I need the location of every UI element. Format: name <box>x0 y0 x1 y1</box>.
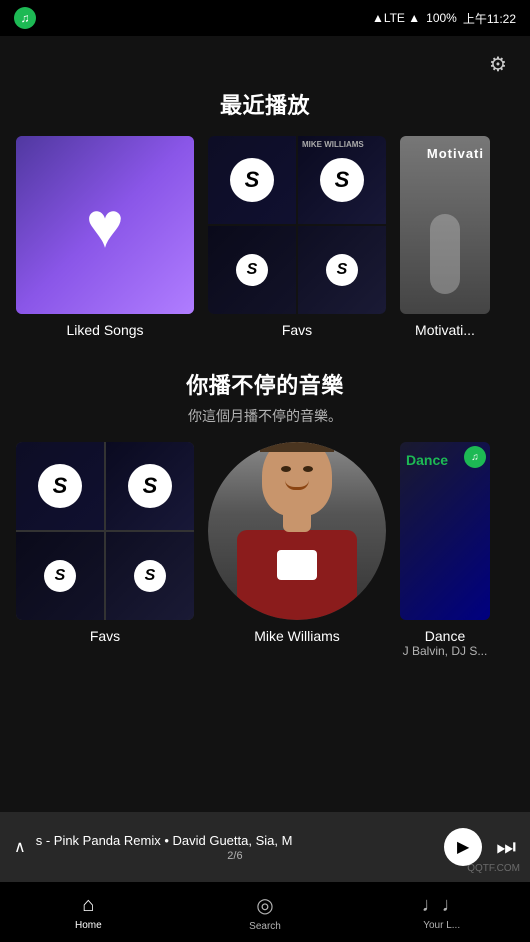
header-row: ⚙ <box>0 36 530 82</box>
favs2-grid: S S S S <box>16 442 194 620</box>
favs2-sub-1: S <box>16 442 104 530</box>
watermark: QQTF.COM <box>467 863 520 874</box>
battery-status: 100% <box>426 11 457 25</box>
main-content: ⚙ 最近播放 ♥ Liked Songs S <box>0 36 530 752</box>
spinnin-logo-4: S <box>326 254 358 286</box>
mike-head <box>262 442 332 516</box>
heart-icon: ♥ <box>86 188 124 262</box>
motivati-card[interactable]: Motivati Motivati... <box>400 136 490 338</box>
favs-sub-1: S <box>208 136 296 224</box>
spinnin-logo-3: S <box>236 254 268 286</box>
favs2-card[interactable]: S S S S Favs <box>16 442 194 658</box>
dance-image: Dance ♫ <box>400 442 490 620</box>
mike-eye-left <box>281 466 291 472</box>
now-playing-track: s - Pink Panda Remix • David Guetta, Sia… <box>36 833 434 848</box>
favs2-sub-3: S <box>16 532 104 620</box>
spinnin-logo-1: S <box>230 158 274 202</box>
favs2-logo-3: S <box>44 560 76 592</box>
dance-label: Dance <box>400 628 490 644</box>
favs2-sub-4: S <box>106 532 194 620</box>
spotify-badge: ♫ <box>464 446 486 468</box>
home-label: Home <box>75 920 102 931</box>
favs-sub-4: S <box>298 226 386 314</box>
favs2-image: S S S S <box>16 442 194 620</box>
home-icon: ⌂ <box>82 894 94 917</box>
library-icon: ♩♩ <box>422 894 462 917</box>
liked-songs-image: ♥ <box>16 136 194 314</box>
search-icon: ◎ <box>256 893 273 918</box>
dance-sublabel: J Balvin, DJ S... <box>400 644 490 658</box>
dance-label-overlay: Dance <box>406 452 448 468</box>
dance-card[interactable]: Dance ♫ Dance J Balvin, DJ S... <box>400 442 490 658</box>
mike-williams-image <box>208 442 386 620</box>
mike-williams-card[interactable]: Mike Williams <box>208 442 386 658</box>
favs-label: Favs <box>208 322 386 338</box>
search-label: Search <box>249 921 281 932</box>
settings-button[interactable]: ⚙ <box>484 50 512 78</box>
spinnin-logo-2: S <box>320 158 364 202</box>
favs2-sub-2: S <box>106 442 194 530</box>
section2-title: 你播不停的音樂 <box>0 368 530 400</box>
bottom-nav: ⌂ Home ◎ Search ♩♩ Your L... <box>0 882 530 942</box>
mike-avatar <box>208 442 386 620</box>
skip-button[interactable]: ⏭ <box>496 834 516 860</box>
favs2-logo-2: S <box>128 464 172 508</box>
time-display: 上午11:22 <box>463 10 516 27</box>
section2-subtitle: 你這個月播不停的音樂。 <box>0 406 530 426</box>
nav-library[interactable]: ♩♩ Your L... <box>353 882 530 942</box>
favs-grid: S MIKE WILLIAMS S S S <box>208 136 386 314</box>
section1-title: 最近播放 <box>0 88 530 120</box>
favs-sub-3: S <box>208 226 296 314</box>
favs2-label: Favs <box>16 628 194 644</box>
mike-eye-right <box>303 466 313 472</box>
nav-home[interactable]: ⌂ Home <box>0 882 177 942</box>
recent-section: 最近播放 ♥ Liked Songs S <box>0 88 530 338</box>
recent-cards-row: ♥ Liked Songs S MIKE WILLIAMS S <box>0 136 530 338</box>
favs-image: S MIKE WILLIAMS S S S <box>208 136 386 314</box>
status-bar: ♫ ▲LTE ▲ 100% 上午11:22 <box>0 0 530 36</box>
liked-songs-card[interactable]: ♥ Liked Songs <box>16 136 194 338</box>
library-label: Your L... <box>423 920 460 931</box>
liked-songs-label: Liked Songs <box>16 322 194 338</box>
track-page: 2/6 <box>36 850 434 862</box>
nav-search[interactable]: ◎ Search <box>177 882 354 942</box>
motivati-label: Motivati... <box>400 322 490 338</box>
mike-hair <box>260 442 334 452</box>
motivati-figure <box>430 214 460 294</box>
now-playing-bar[interactable]: ∧ s - Pink Panda Remix • David Guetta, S… <box>0 812 530 882</box>
favs2-logo-4: S <box>134 560 166 592</box>
motivati-image: Motivati <box>400 136 490 314</box>
favs-card[interactable]: S MIKE WILLIAMS S S S Fav <box>208 136 386 338</box>
mike-williams-label: Mike Williams <box>208 628 386 644</box>
favs-sub-2: MIKE WILLIAMS S <box>298 136 386 224</box>
expand-button[interactable]: ∧ <box>14 837 26 857</box>
now-playing-info: s - Pink Panda Remix • David Guetta, Sia… <box>36 833 434 862</box>
playback-controls: ▶ ⏭ <box>444 828 516 866</box>
play-button[interactable]: ▶ <box>444 828 482 866</box>
motivati-overlay-text: Motivati <box>427 146 484 161</box>
liked-songs-bg: ♥ <box>16 136 194 314</box>
favs2-logo-1: S <box>38 464 82 508</box>
mike-shirt <box>277 550 317 580</box>
network-indicator: ▲LTE ▲ <box>372 11 420 25</box>
section2-cards-row: S S S S Favs <box>0 442 530 658</box>
section2: 你播不停的音樂 你這個月播不停的音樂。 S S S <box>0 368 530 658</box>
spotify-logo: ♫ <box>14 7 36 29</box>
track-label-1: MIKE WILLIAMS <box>302 140 364 149</box>
